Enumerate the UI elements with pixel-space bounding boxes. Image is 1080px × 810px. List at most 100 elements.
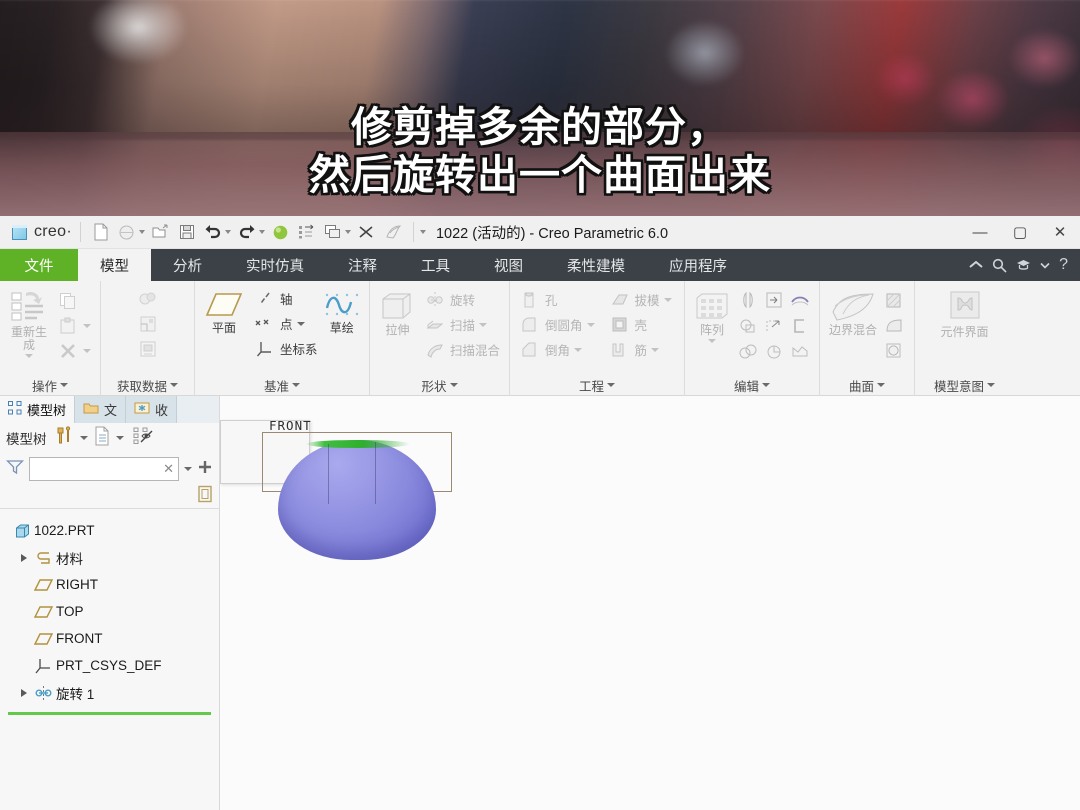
paste-button[interactable]	[54, 314, 94, 337]
shell-button[interactable]: 壳	[606, 313, 675, 336]
ribbon-group-datum-title[interactable]: 基准	[195, 375, 369, 395]
round-caret-icon[interactable]	[586, 322, 595, 327]
shrinkwrap-button[interactable]	[134, 312, 162, 335]
datum-point-button[interactable]: 点	[251, 312, 321, 335]
open-icon[interactable]	[149, 220, 173, 244]
swept-blend-button[interactable]: 扫描混合	[421, 338, 503, 361]
ribbon-group-editing-title[interactable]: 编辑	[685, 375, 819, 395]
redo-caret-icon[interactable]	[258, 230, 265, 234]
tab-analysis[interactable]: 分析	[151, 249, 224, 281]
search-icon[interactable]	[992, 258, 1007, 273]
tab-file[interactable]: 文件	[0, 249, 78, 281]
regenerate-button[interactable]: 重新生成	[6, 287, 52, 359]
project-button[interactable]	[787, 289, 813, 315]
offset-button[interactable]	[787, 315, 813, 341]
hole-button[interactable]: 孔	[516, 288, 598, 311]
help-icon[interactable]: ?	[1059, 256, 1068, 274]
datum-plane-button[interactable]: 平面	[201, 287, 247, 335]
title-dropdown-caret-icon[interactable]	[419, 230, 426, 234]
rib-button[interactable]: 筋	[606, 338, 675, 361]
expand-arrow-icon[interactable]	[16, 688, 32, 697]
ribbon-group-get-data-title[interactable]: 获取数据	[101, 375, 194, 395]
window-icon[interactable]	[321, 220, 345, 244]
component-interface-button[interactable]: 元件界面	[927, 287, 1003, 339]
editing-expand-icon[interactable]	[762, 383, 770, 387]
redo-icon[interactable]	[235, 220, 259, 244]
datum-point-caret-icon[interactable]	[296, 321, 305, 326]
creo-logo[interactable]: creo·	[0, 223, 72, 241]
tree-node-csys[interactable]: PRT_CSYS_DEF	[0, 652, 219, 679]
merge-inherit-button[interactable]	[134, 287, 162, 310]
delete-button[interactable]	[54, 339, 94, 362]
tab-flexible-modeling[interactable]: 柔性建模	[545, 249, 647, 281]
chamfer-caret-icon[interactable]	[574, 347, 583, 352]
draft-caret-icon[interactable]	[663, 297, 672, 302]
tree-filters-icon[interactable]	[133, 426, 155, 451]
shapes-expand-icon[interactable]	[449, 383, 458, 387]
sweep-button[interactable]: 扫描	[421, 313, 503, 336]
ribbon-group-operations-title[interactable]: 操作	[0, 375, 100, 395]
filter-caret-icon[interactable]	[184, 467, 192, 471]
filter-add-icon[interactable]	[197, 459, 213, 480]
tab-model-tree[interactable]: 模型树	[0, 396, 76, 423]
minimize-button[interactable]: —	[960, 216, 1000, 248]
ribbon-group-engineering-title[interactable]: 工程	[510, 375, 684, 395]
extend-button[interactable]	[761, 289, 787, 315]
switch-window-icon[interactable]	[295, 220, 319, 244]
boundary-blend-button[interactable]: 边界混合	[826, 287, 880, 337]
sketch-button[interactable]: 草绘	[321, 287, 363, 335]
search-input[interactable]: ✕	[29, 457, 179, 481]
intersect-button[interactable]	[735, 315, 761, 341]
help-caret-icon[interactable]	[1040, 262, 1050, 269]
tab-model[interactable]: 模型	[78, 249, 151, 281]
tree-columns-icon[interactable]	[93, 426, 111, 451]
ribbon-group-shapes-title[interactable]: 形状	[370, 375, 509, 395]
revolve-button[interactable]: 旋转	[421, 288, 503, 311]
thicken-button[interactable]	[787, 341, 813, 367]
merge-button[interactable]	[735, 341, 761, 367]
ribbon-group-surfaces-title[interactable]: 曲面	[820, 375, 914, 395]
regenerate-caret-icon[interactable]	[25, 354, 33, 359]
save-icon[interactable]	[175, 220, 199, 244]
filter-funnel-icon[interactable]	[5, 459, 25, 480]
tree-node-material[interactable]: 材料	[0, 544, 219, 571]
regenerate-icon[interactable]	[269, 220, 293, 244]
settings-tools-icon[interactable]	[55, 425, 75, 451]
tab-applications[interactable]: 应用程序	[647, 249, 749, 281]
clear-search-icon[interactable]: ✕	[163, 461, 174, 477]
datum-axis-button[interactable]: 轴	[251, 287, 321, 310]
solidify-button[interactable]	[761, 341, 787, 367]
open-recent-icon[interactable]	[115, 220, 139, 244]
tab-annotate[interactable]: 注释	[326, 249, 399, 281]
tree-columns-caret-icon[interactable]	[115, 436, 124, 440]
rib-caret-icon[interactable]	[651, 347, 660, 352]
pattern-button[interactable]: 阵列	[691, 287, 733, 344]
copy-button[interactable]	[54, 289, 94, 312]
extrude-button[interactable]: 拉伸	[376, 287, 419, 337]
tab-tools[interactable]: 工具	[399, 249, 472, 281]
tab-favorites[interactable]: 收	[126, 396, 178, 423]
help-menu-icon[interactable]	[1016, 258, 1031, 272]
tab-view[interactable]: 视图	[472, 249, 545, 281]
operations-expand-icon[interactable]	[60, 383, 68, 387]
fill-button[interactable]	[880, 289, 908, 312]
pattern-caret-icon[interactable]	[708, 339, 716, 344]
tab-live-simulation[interactable]: 实时仿真	[224, 249, 326, 281]
graphics-viewport[interactable]: FRONT	[220, 396, 1080, 810]
trim-button[interactable]	[761, 315, 787, 341]
tree-node-top[interactable]: TOP	[0, 598, 219, 625]
new-icon[interactable]	[89, 220, 113, 244]
delete-caret-icon[interactable]	[83, 348, 91, 353]
mirror-button[interactable]	[735, 289, 761, 315]
engineering-expand-icon[interactable]	[607, 383, 615, 387]
tree-node-part[interactable]: 1022.PRT	[0, 517, 219, 544]
collapse-ribbon-icon[interactable]	[969, 260, 983, 270]
undo-caret-icon[interactable]	[224, 230, 231, 234]
appearance-icon[interactable]	[381, 220, 405, 244]
fit-window-icon[interactable]	[197, 485, 213, 508]
tree-node-right[interactable]: RIGHT	[0, 571, 219, 598]
window-caret-icon[interactable]	[344, 230, 351, 234]
round-button[interactable]: 倒圆角	[516, 313, 598, 336]
tab-folder-browser[interactable]: 文	[75, 396, 127, 423]
expand-arrow-icon[interactable]	[16, 553, 32, 562]
